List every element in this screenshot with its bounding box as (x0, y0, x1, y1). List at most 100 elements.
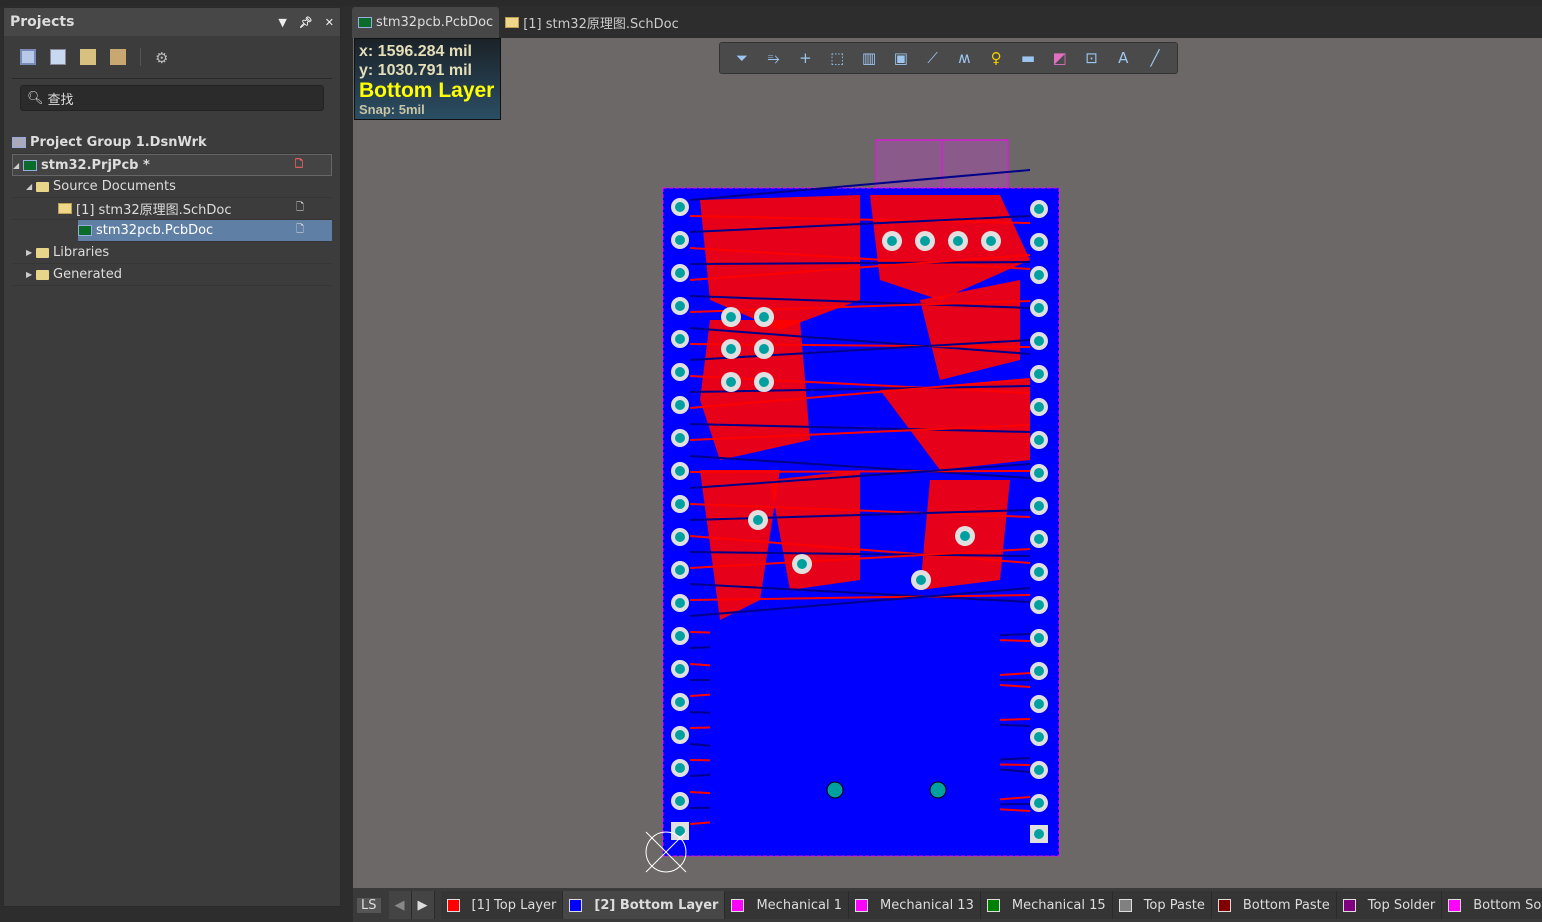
pad-hole (986, 236, 996, 246)
tree-label: Generated (53, 267, 122, 282)
gear-icon[interactable]: ⚙ (155, 49, 171, 67)
pad-hole (1034, 303, 1044, 313)
align-icon[interactable]: ▥ (857, 49, 881, 67)
pcb-canvas[interactable]: x: 1596.284 mil y: 1030.791 mil Bottom L… (353, 38, 1542, 888)
project-tree: Project Group 1.DsnWrk ◢ stm32.PrjPcb * 🗋 … (4, 132, 340, 286)
expand-icon[interactable]: ◢ (13, 161, 23, 170)
pcb-drawing[interactable] (353, 38, 1542, 888)
folder-icon (36, 247, 49, 258)
layer-label: [2] Bottom Layer (594, 897, 719, 913)
tab-label: [1] stm32原理图.SchDoc (523, 17, 679, 32)
pad-hole (1034, 699, 1044, 709)
route-icon[interactable]: ⥱ (762, 49, 786, 67)
layer-list: [1] Top Layer [2] Bottom Layer Mechanical … (440, 891, 1542, 919)
tree-item-source-documents[interactable]: ◢ Source Documents (12, 176, 332, 198)
filter-icon[interactable]: ⏷ (730, 49, 754, 67)
hud-y: y: 1030.791 mil (359, 62, 472, 79)
layer-tab[interactable]: [1] Top Layer (440, 891, 564, 919)
pad-hole (1034, 829, 1044, 839)
layer-color-swatch (1118, 898, 1132, 912)
pad-hole (675, 565, 685, 575)
layer-color-swatch (1448, 898, 1462, 912)
trace (689, 470, 1031, 473)
tree-label: stm32.PrjPcb * (41, 157, 150, 173)
tree-item-project-group[interactable]: Project Group 1.DsnWrk (12, 132, 332, 154)
select-rect-icon[interactable]: ⬚ (825, 49, 849, 67)
pad-hole (759, 344, 769, 354)
pin-icon[interactable]: 📌︎ (299, 16, 313, 29)
pad-hole (797, 559, 807, 569)
tab-schdoc[interactable]: [1] stm32原理图.SchDoc (499, 7, 685, 38)
copy-icon[interactable] (50, 49, 66, 65)
search-input[interactable]: 🔍︎ 查找 (20, 85, 324, 111)
tree-item-schdoc[interactable]: [1] stm32原理图.SchDoc 🗋 (12, 198, 332, 220)
tree-item-libraries[interactable]: ▶ Libraries (12, 242, 332, 264)
cross-icon[interactable]: + (793, 49, 817, 67)
layer-label: Mechanical 1 (756, 897, 843, 913)
region-icon[interactable]: ◩ (1048, 49, 1072, 67)
layer-label: Bottom Solder (1473, 897, 1542, 913)
pad-hole (675, 598, 685, 608)
pad-hole (726, 344, 736, 354)
tree-item-pcbdoc[interactable]: stm32pcb.PcbDoc 🗋 (78, 220, 332, 242)
pcb-icon (78, 225, 92, 236)
diff-pair-icon[interactable]: ʍ (952, 49, 976, 67)
save-icon[interactable] (20, 49, 36, 65)
layer-set-button[interactable]: LS (357, 897, 381, 913)
pad-hole (759, 377, 769, 387)
layer-tab[interactable]: Top Solder (1336, 891, 1443, 919)
line-icon[interactable]: ╱ (1143, 49, 1167, 67)
pad-hole (920, 236, 930, 246)
pad-hole (675, 796, 685, 806)
project-group-icon (12, 137, 26, 148)
layer-tab[interactable]: Mechanical 1 (725, 891, 850, 919)
active-bar: ⏷ ⥱ + ⬚ ▥ ▣ ⟋ ʍ ♀ ▬ ◩ ⊡ A ╱ (719, 42, 1178, 74)
pad-hole (1034, 666, 1044, 676)
folder-icon (36, 181, 49, 192)
pad-hole (1034, 270, 1044, 280)
pad-hole (675, 631, 685, 641)
fill-icon[interactable]: ▬ (1016, 49, 1040, 67)
layer-tab[interactable]: Top Paste (1112, 891, 1212, 919)
pad-hole (1034, 765, 1044, 775)
layer-tab[interactable]: Mechanical 15 (980, 891, 1113, 919)
layer-label: [1] Top Layer (471, 897, 557, 913)
mount-hole (826, 781, 844, 799)
component-icon[interactable]: ▣ (889, 49, 913, 67)
layer-tabs-bar: LS ◀ ▶ [1] Top Layer [2] Bottom Layer Mech… (353, 888, 1542, 922)
layer-tab[interactable]: Bottom Solder (1442, 891, 1542, 919)
search-placeholder: 查找 (47, 92, 74, 108)
panel-title: Projects (10, 14, 75, 30)
pad-hole (675, 400, 685, 410)
pad-hole (675, 235, 685, 245)
doc-icon: 🗋 (295, 224, 304, 235)
layer-tab[interactable]: [2] Bottom Layer (563, 891, 726, 919)
tree-item-project[interactable]: ◢ stm32.PrjPcb * 🗋 (12, 154, 332, 176)
close-icon[interactable]: ✕ (325, 16, 334, 29)
pad-hole (675, 664, 685, 674)
text-icon[interactable]: A (1111, 49, 1135, 67)
layer-tab[interactable]: Bottom Paste (1211, 891, 1337, 919)
tree-label: Source Documents (53, 179, 176, 194)
via-icon[interactable]: ♀ (984, 49, 1008, 67)
tree-item-generated[interactable]: ▶ Generated (12, 264, 332, 286)
pad-hole (726, 377, 736, 387)
interactive-route-icon[interactable]: ⟋ (921, 49, 945, 67)
pad-hole (753, 515, 763, 525)
pad-hole (726, 312, 736, 322)
scroll-right-icon[interactable]: ▶ (411, 891, 435, 919)
layer-tab[interactable]: Mechanical 13 (849, 891, 981, 919)
collapse-icon[interactable]: ▶ (26, 270, 36, 279)
pad-hole (1034, 402, 1044, 412)
collapse-icon[interactable]: ▶ (26, 248, 36, 257)
pcb-icon (358, 17, 372, 28)
folder-settings-icon[interactable] (110, 49, 126, 65)
dimension-icon[interactable]: ⊡ (1079, 49, 1103, 67)
layer-color-swatch (855, 898, 869, 912)
schematic-icon (505, 17, 520, 28)
expand-icon[interactable]: ◢ (26, 182, 36, 191)
panel-menu-icon[interactable]: ▼ (278, 16, 286, 29)
browse-folder-icon[interactable] (80, 49, 96, 65)
scroll-left-icon[interactable]: ◀ (388, 891, 412, 919)
tab-pcbdoc[interactable]: stm32pcb.PcbDoc (352, 7, 500, 38)
